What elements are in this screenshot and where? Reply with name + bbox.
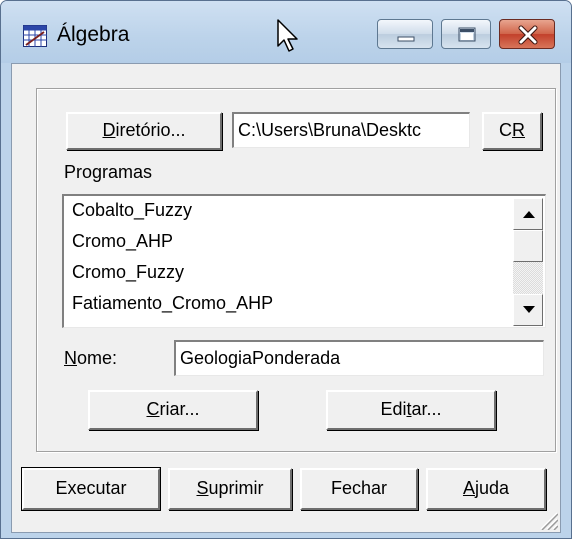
edit-button-label-rest: ar... [411,399,442,419]
maximize-icon [458,27,476,42]
directory-button-mnemonic: D [102,120,116,140]
list-item[interactable]: Cromo_Fuzzy [72,262,184,283]
create-button-label: riar... [159,399,200,419]
cr-button-mnemonic: R [512,120,525,140]
create-button[interactable]: Criar... [88,390,258,430]
help-button[interactable]: Ajuda [426,468,546,510]
list-item[interactable]: Cobalto_Fuzzy [72,200,192,221]
close-dialog-button[interactable]: Fechar [300,468,418,510]
execute-button[interactable]: Executar [22,468,160,510]
minimize-button[interactable] [377,19,433,49]
directory-button[interactable]: Diretório... [66,112,222,150]
edit-button-label: Edi [380,399,407,419]
arrow-up-icon [523,211,535,218]
programs-scrollbar[interactable] [513,198,543,326]
mouse-pointer-icon [277,19,298,52]
name-input[interactable]: GeologiaPonderada [174,340,544,376]
create-button-mnemonic: C [146,399,160,419]
directory-path-field[interactable]: C:\Users\Bruna\Desktc [232,112,470,148]
directory-button-label: iretório... [115,120,186,140]
grid-table-icon [23,25,47,47]
dialog-client-area: Diretório... C:\Users\Bruna\Desktc CR Pr… [11,63,561,533]
close-icon [518,25,538,45]
cr-button[interactable]: CR [482,112,542,150]
maximize-button[interactable] [441,19,491,49]
arrow-down-icon [523,306,535,313]
edit-button[interactable]: Editar... [326,390,496,430]
window-title: Álgebra [57,23,130,46]
delete-button-label: uprimir [208,478,264,498]
close-button[interactable] [499,19,555,49]
list-item[interactable]: Cromo_AHP [72,231,173,252]
name-label-mnemonic: N [64,348,77,368]
list-item[interactable]: Fatiamento_Cromo_AHP [72,293,273,314]
title-bar[interactable]: Álgebra [1,1,571,63]
resize-grip-icon[interactable] [536,508,558,530]
scroll-thumb[interactable] [513,230,543,262]
name-label-text: ome: [77,348,118,368]
help-button-mnemonic: A [462,478,475,498]
name-label: Nome: [64,348,117,369]
scroll-up-button[interactable] [513,198,543,230]
programs-listbox[interactable]: Cobalto_Fuzzy Cromo_AHP Cromo_Fuzzy Fati… [62,194,546,328]
minimize-icon [397,36,415,42]
algebra-window: Álgebra Diretório... C:\Users\Bruna\Desk… [0,0,572,539]
scroll-down-button[interactable] [513,294,543,326]
help-button-label: juda [474,478,510,498]
cr-button-label: C [499,120,512,140]
delete-button[interactable]: Suprimir [168,468,292,510]
programs-label: Programas [64,162,153,182]
delete-button-mnemonic: S [196,478,209,498]
